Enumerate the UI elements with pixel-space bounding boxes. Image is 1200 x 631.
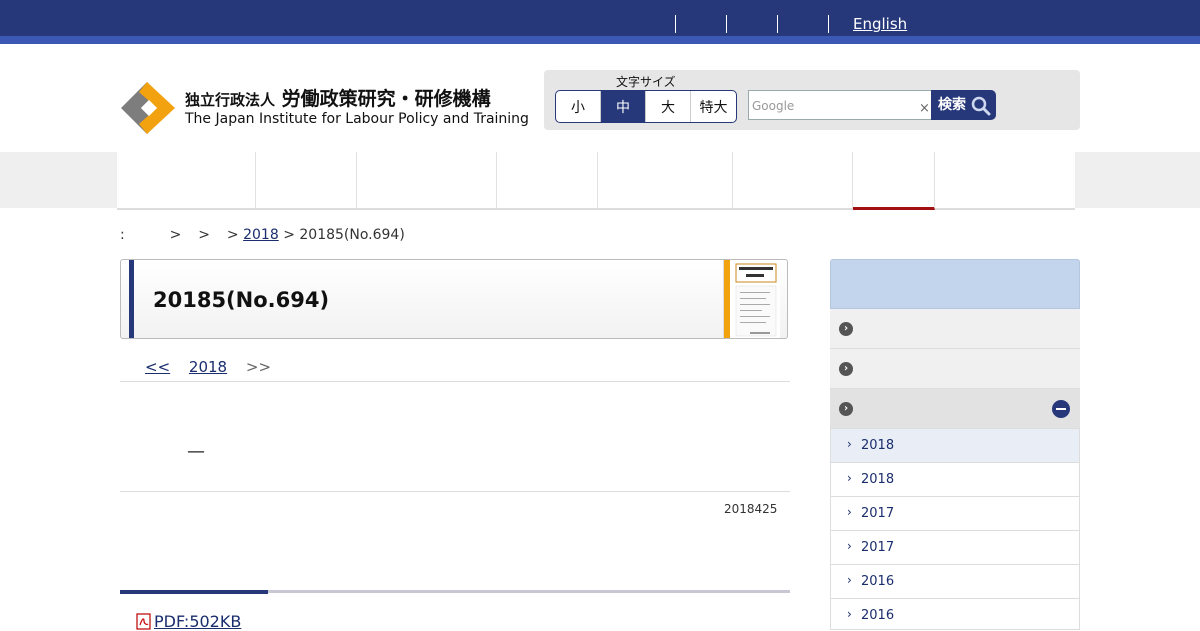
logo-main-name: 労働政策研究・研修機構 [281,88,491,110]
font-size-large-button[interactable]: 大 [646,91,691,122]
sidebar-subitem[interactable]: › 2017 [830,497,1080,531]
font-size-switcher: 小 中 大 特大 [555,90,737,123]
nav-item[interactable] [256,152,357,208]
sidebar: › › › › 2018 › 2018 › 2017 › 2017 › 2016… [830,259,1080,630]
sidebar-subitem[interactable]: › 2016 [830,565,1080,599]
font-size-xlarge-button[interactable]: 特大 [691,91,736,122]
clear-search-icon[interactable]: × [919,101,930,116]
article-dash: — [187,441,205,462]
article-title-box: 20185(No.694) [120,259,788,339]
chevron-right-circle-icon: › [839,362,853,376]
sidebar-subitem-label: 2018 [861,438,895,453]
sidebar-subitem-label: 2017 [861,506,895,521]
chevron-right-circle-icon: › [839,402,853,416]
sidebar-subitem-label: 2017 [861,540,895,555]
nav-item[interactable] [733,152,853,208]
sidebar-item[interactable]: › [830,309,1080,349]
collapse-minus-icon[interactable] [1052,400,1070,418]
nav-item[interactable] [598,152,733,208]
page-title: 20185(No.694) [153,288,330,312]
breadcrumb: : > > > 2018 > 20185(No.694) [120,227,405,243]
sidebar-subitem[interactable]: › 2017 [830,531,1080,565]
divider [120,381,790,382]
top-link-divider [777,15,778,33]
issue-pager: << 2018 >> [145,358,271,376]
breadcrumb-current: 20185(No.694) [299,227,405,243]
chevron-right-icon: › [847,573,852,587]
nav-item[interactable] [935,152,1075,208]
logo-japanese-name: 独立行政法人 労働政策研究・研修機構 [185,84,491,111]
publication-date: 2018425 [724,502,778,516]
sidebar-item[interactable]: › [830,349,1080,389]
nav-item[interactable] [357,152,497,208]
pdf-download-link[interactable]: PDF:502KB [154,612,241,631]
chevron-right-icon: › [847,437,852,451]
sidebar-subitem-label: 2018 [861,472,895,487]
breadcrumb-separator: > [169,227,182,243]
jil-logo-icon[interactable] [121,80,177,136]
sidebar-subitem[interactable]: › 2018 [830,463,1080,497]
divider [120,491,790,492]
top-bar-stripe [0,36,1200,44]
logo-prefix: 独立行政法人 [185,91,276,109]
breadcrumb-prefix: : [120,227,125,243]
chevron-right-icon: › [847,505,852,519]
section-divider-accent [120,590,268,594]
search-icon [971,96,991,116]
logo-english-name: The Japan Institute for Labour Policy an… [185,111,529,127]
global-nav [117,152,1075,210]
pager-prev-link[interactable]: << [145,358,170,376]
chevron-right-icon: › [847,471,852,485]
chevron-right-icon: › [847,607,852,621]
sidebar-subitem-label: 2016 [861,608,895,623]
english-link[interactable]: English [853,15,907,33]
nav-item[interactable] [117,152,256,208]
sidebar-item-expanded[interactable]: › [830,389,1080,429]
sidebar-subitem-label: 2016 [861,574,895,589]
pager-year-link[interactable]: 2018 [189,358,227,376]
top-link-divider [828,15,829,33]
top-link-divider [726,15,727,33]
font-size-small-button[interactable]: 小 [556,91,601,122]
sidebar-subitem[interactable]: › 2016 [830,599,1080,630]
search-button[interactable]: 検索 [931,90,996,120]
sidebar-subitem-selected[interactable]: › 2018 [830,429,1080,463]
journal-cover-thumbnail[interactable] [723,260,780,338]
nav-item-active[interactable] [853,152,935,210]
pdf-icon [136,613,151,630]
top-bar [0,0,1200,36]
font-size-medium-button[interactable]: 中 [601,91,646,122]
nav-item[interactable] [497,152,598,208]
breadcrumb-separator: > [226,227,239,243]
journal-cover-image [724,260,777,338]
font-size-label: 文字サイズ [616,75,676,89]
breadcrumb-year-link[interactable]: 2018 [243,227,279,243]
top-link-divider [675,15,676,33]
breadcrumb-separator: > [283,227,295,243]
chevron-right-circle-icon: › [839,322,853,336]
search-button-label: 検索 [938,97,966,113]
pager-next: >> [245,358,272,376]
breadcrumb-separator: > [198,227,210,243]
chevron-right-icon: › [847,539,852,553]
title-accent-bar [129,260,134,338]
search-placeholder: Google [752,99,795,113]
sidebar-header [830,259,1080,309]
